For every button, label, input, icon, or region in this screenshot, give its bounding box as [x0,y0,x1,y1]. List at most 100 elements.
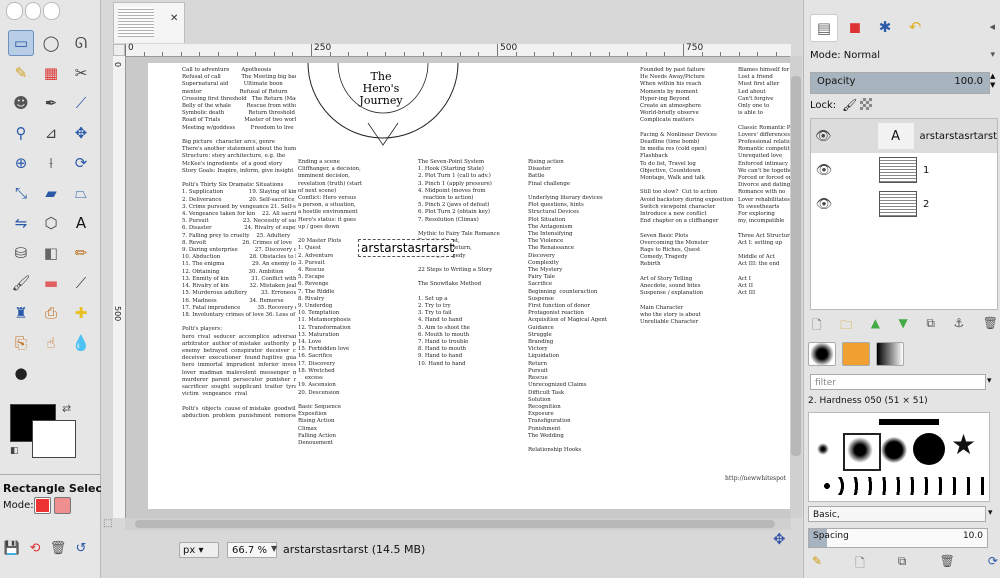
color-picker-icon[interactable]: ⟋ [68,90,94,116]
chevron-down-icon[interactable]: ▾ [990,50,995,60]
pencil-icon[interactable]: ✏ [68,240,94,266]
edit-brush-icon[interactable]: ✎ [812,554,822,575]
foreground-select-icon[interactable]: ☻ [8,90,34,116]
lock-alpha-icon[interactable] [860,98,872,110]
eraser-icon[interactable]: ▬ [38,270,64,296]
brush-grid[interactable]: ★ [808,412,990,502]
spacing-slider[interactable]: Spacing 10.0 [808,528,988,548]
horizontal-scrollbar[interactable] [125,518,791,530]
zoom-icon[interactable]: ⚲ [8,120,34,146]
delete-layer-icon[interactable]: 🗑 [983,316,998,337]
chevron-down-icon[interactable]: ▾ [988,508,993,518]
duplicate-brush-icon[interactable]: ⧉ [898,554,907,575]
image-tab[interactable]: ✕ [113,2,185,43]
new-brush-icon[interactable]: 🗋 [855,554,865,575]
new-group-icon[interactable]: 🗀 [840,316,852,337]
mode-add-button[interactable] [54,497,71,514]
brushes-tab-icon[interactable] [808,342,836,366]
eye-icon[interactable]: 👁 [811,197,837,212]
ink-icon[interactable]: ♜ [8,300,34,326]
vertical-scrollbar[interactable] [790,56,802,518]
heal-icon[interactable]: ✚ [68,300,94,326]
move-icon[interactable]: ✥ [68,120,94,146]
brush-hardness-025[interactable] [817,443,829,455]
dodge-burn-icon[interactable]: ● [8,360,34,386]
blur-icon[interactable]: 💧 [68,330,94,356]
airbrush-icon[interactable]: ⟋ [68,270,94,296]
layer-row[interactable]: 👁 Aarstarstasrtarst [811,119,997,153]
close-icon[interactable]: ✕ [170,13,178,24]
background-color[interactable] [32,420,76,458]
ellipse-select-icon[interactable]: ◯ [38,30,64,56]
smudge-icon[interactable]: ☝ [38,330,64,356]
brush-hardness-050[interactable] [847,437,873,463]
align-icon[interactable]: ⊕ [8,150,34,176]
layer-name[interactable]: arstarstasrtarst [920,131,997,142]
text-layer-box[interactable]: arstarstasrtarst [358,239,454,257]
delete-brush-icon[interactable]: 🗑 [940,554,955,575]
layer-name[interactable]: 1 [923,165,929,176]
crop-icon[interactable]: ⟊ [38,150,64,176]
unit-select[interactable]: px ▾ [179,542,219,558]
patterns-tab-icon[interactable] [842,342,870,366]
anchor-layer-icon[interactable]: ⚓ [953,316,964,337]
measure-icon[interactable]: ⊿ [38,120,64,146]
brush-hardness-075[interactable] [881,437,907,463]
opacity-spin-icon[interactable]: ▲ ▼ [990,72,995,90]
text-icon[interactable]: A [68,210,94,236]
brush-hardness-100[interactable] [913,433,945,465]
reset-options-icon[interactable]: ↺ [73,540,89,556]
zoom-field[interactable]: 66.7 % [227,542,277,558]
brush-splatter[interactable] [817,477,987,495]
scissors-select-icon[interactable]: ✂ [68,60,94,86]
toolbox-menu-icon[interactable] [6,2,61,20]
perspective-clone-icon[interactable]: ⎘ [8,330,34,356]
layer-mode-select[interactable]: Mode: Normal [810,50,880,61]
new-layer-icon[interactable]: 🗋 [812,316,822,337]
lower-layer-icon[interactable]: ▼ [899,316,908,337]
gradients-tab-icon[interactable] [876,342,904,366]
shear-icon[interactable]: ▰ [38,180,64,206]
opacity-slider[interactable]: Opacity 100.0 [810,72,990,94]
chevron-down-icon[interactable]: ▼ [271,544,277,553]
layer-row[interactable]: 👁 1 [811,153,997,187]
eye-icon[interactable]: 👁 [811,163,837,178]
chevron-down-icon[interactable]: ▾ [987,376,992,386]
quick-mask-icon[interactable]: ⬚ [103,518,112,529]
swap-colors-icon[interactable]: ⇄ [62,402,71,415]
brush-line[interactable] [879,419,939,425]
brush-star[interactable]: ★ [951,431,976,459]
brush-preset-select[interactable]: Basic, [808,506,986,522]
select-by-color-icon[interactable]: ▦ [38,60,64,86]
horizontal-scroll-thumb[interactable] [135,520,775,528]
image-canvas[interactable]: The Hero's Journey Call to adventure Apo… [126,57,790,518]
brush-filter-input[interactable]: filter [810,374,986,390]
dock-menu-icon[interactable]: ◂ [989,20,995,33]
save-options-icon[interactable]: 💾 [4,540,20,556]
flip-icon[interactable]: ⇋ [8,210,34,236]
paintbrush-icon[interactable]: 🖌 [8,270,34,296]
perspective-icon[interactable]: ⏢ [68,180,94,206]
vertical-ruler[interactable]: 0 500 [113,56,126,518]
refresh-brushes-icon[interactable]: ⟳ [988,554,998,575]
layer-row[interactable]: 👁 2 [811,187,997,221]
free-select-icon[interactable]: ᘏ [68,30,94,56]
blend-icon[interactable]: ◧ [38,240,64,266]
rect-select-icon[interactable]: ▭ [8,30,34,56]
eye-icon[interactable]: 👁 [811,129,836,144]
layer-name[interactable]: 2 [923,199,929,210]
layers-tab-icon[interactable]: ▤ [810,14,838,42]
paths-tab-icon[interactable]: ✱ [872,14,898,40]
duplicate-layer-icon[interactable]: ⧉ [926,316,935,337]
channels-tab-icon[interactable]: ◼ [842,14,868,40]
horizontal-ruler[interactable]: 0 250 500 750 [125,43,791,57]
delete-options-icon[interactable]: 🗑 [50,540,67,556]
scale-icon[interactable]: ⤡ [8,180,34,206]
vertical-scroll-thumb[interactable] [791,76,801,456]
restore-options-icon[interactable]: ⟲ [27,540,43,556]
rotate-icon[interactable]: ⟳ [68,150,94,176]
clone-icon[interactable]: ⎙ [38,300,64,326]
lock-pixels-icon[interactable]: 🖌 [842,98,857,112]
paths-icon[interactable]: ✒ [38,90,64,116]
mode-replace-button[interactable] [34,497,51,514]
